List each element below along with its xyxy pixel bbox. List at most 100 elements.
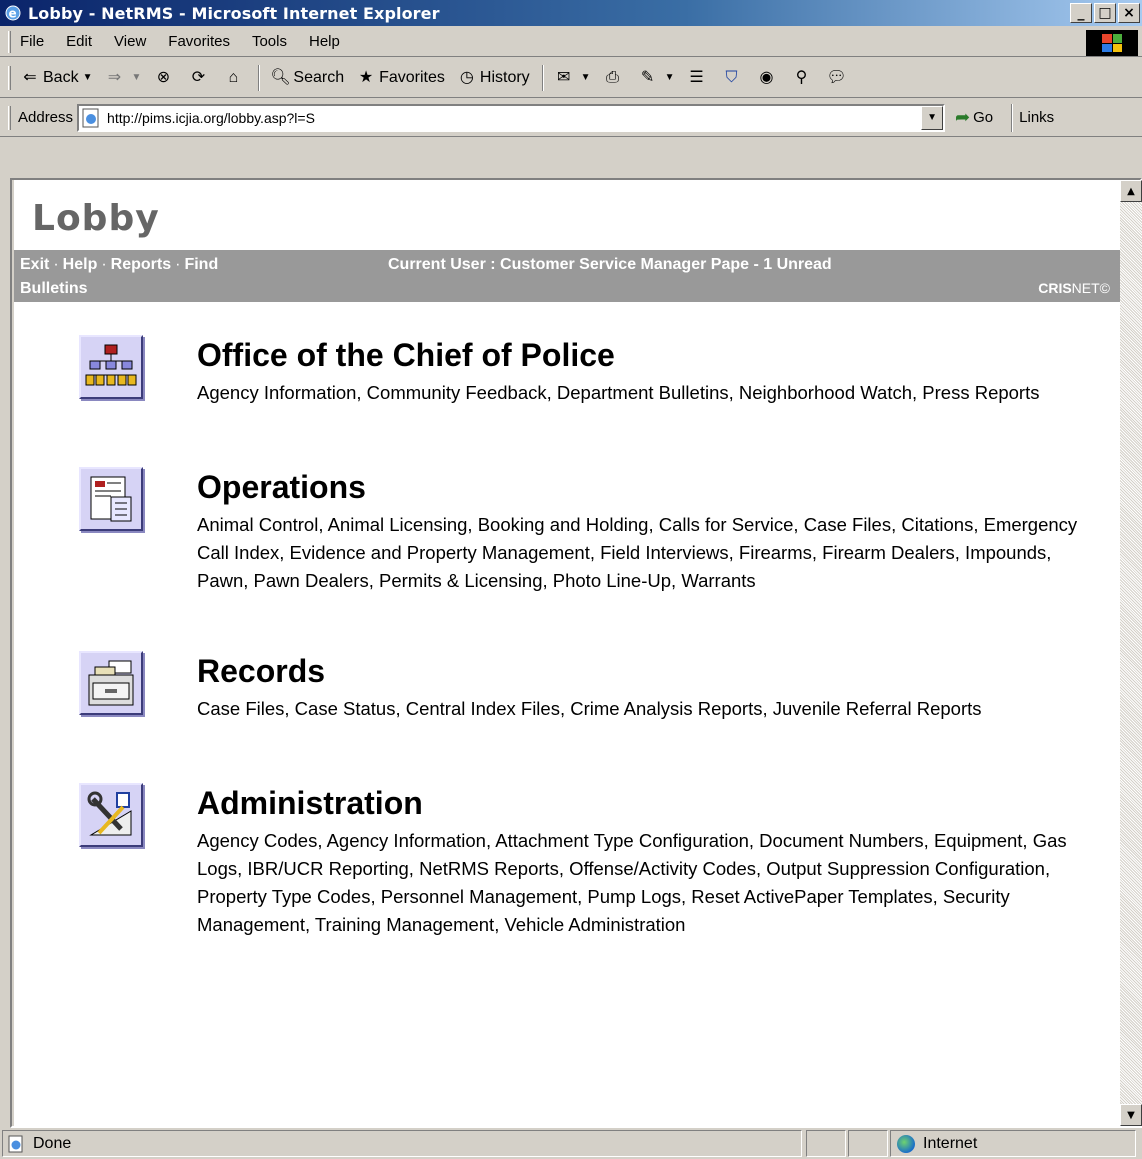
nav-separator: ·	[53, 256, 59, 273]
mail-button[interactable]: ✉ ▼	[554, 68, 591, 88]
tools-icon[interactable]	[79, 783, 143, 847]
current-user-text: Current User : Customer Service Manager …	[388, 256, 832, 273]
page-viewport: Lobby Exit · Help · Reports · Find Bulletins C…	[14, 180, 1120, 1126]
scroll-up-icon[interactable]: ▲	[1120, 180, 1142, 202]
ie-logo-icon: e	[5, 5, 21, 21]
page-icon	[82, 108, 99, 127]
search-icon: 🔍︎	[270, 68, 291, 86]
nav-find-link[interactable]: Find	[184, 256, 218, 273]
forward-dropdown-icon[interactable]: ▼	[131, 72, 141, 83]
page-title: Lobby	[32, 198, 160, 239]
links-button[interactable]: Links	[1019, 109, 1054, 126]
status-text: Done	[33, 1134, 72, 1152]
user-bar: Exit · Help · Reports · Find Bulletins Current…	[14, 250, 1120, 302]
back-arrow-icon: ⇐	[23, 68, 37, 86]
menu-view[interactable]: View	[114, 33, 146, 50]
stop-button[interactable]: ⊗	[153, 68, 176, 88]
section-items[interactable]: Agency Information, Community Feedback, …	[197, 379, 1101, 407]
go-arrow-icon: ➦	[955, 107, 971, 127]
org-chart-icon[interactable]	[79, 335, 143, 399]
address-grip[interactable]	[8, 106, 11, 130]
nav-help-link[interactable]: Help	[63, 256, 98, 273]
nav-reports-link[interactable]: Reports	[111, 256, 171, 273]
brand-bold: CRIS	[1038, 280, 1072, 296]
section-title[interactable]: Administration	[197, 785, 423, 822]
discuss-icon: ☰	[689, 68, 704, 86]
go-label: Go	[973, 109, 994, 126]
mail-icon: ✉	[556, 68, 571, 86]
address-url: http://pims.icjia.org/lobby.asp?l=S	[107, 109, 315, 126]
globe-icon: ◉	[759, 68, 774, 86]
vertical-scrollbar[interactable]: ▲ ▼	[1120, 180, 1142, 1126]
address-dropdown-icon[interactable]: ▼	[921, 105, 944, 130]
search-label: Search	[293, 68, 345, 86]
address-bar: Address http://pims.icjia.org/lobby.asp?…	[0, 99, 1142, 137]
close-button[interactable]: ×	[1118, 3, 1140, 23]
back-dropdown-icon[interactable]: ▼	[83, 72, 93, 83]
status-main: Done	[2, 1130, 802, 1157]
person-icon: ⚲	[795, 68, 808, 86]
file-drawer-icon[interactable]	[79, 651, 143, 715]
status-bar: Done Internet	[0, 1128, 1142, 1159]
related-button[interactable]: ◉	[756, 68, 779, 88]
home-icon: ⌂	[228, 68, 239, 86]
crisnet-brand: CRISNET©	[1038, 280, 1110, 296]
chat-button[interactable]: 💬︎	[826, 68, 849, 88]
contacts-button[interactable]: ⚲	[791, 68, 814, 88]
print-button[interactable]: ⎙	[603, 68, 626, 88]
section-items[interactable]: Animal Control, Animal Licensing, Bookin…	[197, 511, 1101, 595]
nav-separator: ·	[101, 256, 107, 273]
forward-button[interactable]: ⇒ ▼	[104, 68, 142, 88]
toolbar-separator	[541, 64, 544, 91]
history-icon: ◷	[459, 68, 474, 86]
section-title[interactable]: Office of the Chief of Police	[197, 337, 615, 374]
speech-bubble-icon: 💬︎	[826, 68, 847, 86]
home-button[interactable]: ⌂	[223, 68, 246, 88]
security-zone[interactable]: Internet	[890, 1130, 1136, 1157]
edit-button[interactable]: ✎ ▼	[638, 68, 675, 88]
edit-dropdown-icon[interactable]: ▼	[665, 72, 675, 83]
toolbar-grip[interactable]	[8, 66, 11, 90]
menu-favorites[interactable]: Favorites	[168, 33, 230, 50]
brand-rest: NET©	[1071, 280, 1110, 296]
messenger-button[interactable]: ⛉	[721, 68, 744, 88]
address-input[interactable]: http://pims.icjia.org/lobby.asp?l=S ▼	[77, 103, 946, 132]
nav-separator: ·	[175, 256, 181, 273]
back-label: Back	[43, 68, 79, 86]
section-items[interactable]: Case Files, Case Status, Central Index F…	[197, 695, 1101, 723]
window-title-bar[interactable]: e Lobby - NetRMS - Microsoft Internet Ex…	[0, 0, 1142, 26]
menu-help[interactable]: Help	[309, 33, 340, 50]
maximize-button[interactable]: □	[1094, 3, 1116, 23]
mail-dropdown-icon[interactable]: ▼	[581, 72, 591, 83]
form-list-icon[interactable]	[79, 467, 143, 531]
discuss-button[interactable]: ☰	[686, 68, 709, 88]
menu-tools[interactable]: Tools	[252, 33, 287, 50]
menu-bar: File Edit View Favorites Tools Help	[0, 27, 1142, 57]
window-title: Lobby - NetRMS - Microsoft Internet Expl…	[28, 3, 440, 23]
menu-edit[interactable]: Edit	[66, 33, 92, 50]
stop-icon: ⊗	[156, 68, 171, 86]
favorites-label: Favorites	[379, 68, 445, 86]
refresh-icon: ⟳	[191, 68, 206, 86]
standard-toolbar: ⇐ Back ▼ ⇒ ▼ ⊗ ⟳ ⌂ 🔍︎ Search ★ Favorites…	[0, 58, 1142, 98]
forward-arrow-icon: ⇒	[107, 68, 122, 86]
page-done-icon	[8, 1135, 23, 1152]
refresh-button[interactable]: ⟳	[188, 68, 211, 88]
section-title[interactable]: Operations	[197, 469, 366, 506]
favorites-button[interactable]: ★ Favorites	[356, 68, 445, 88]
nav-exit-link[interactable]: Exit	[20, 256, 49, 273]
scroll-down-icon[interactable]: ▼	[1120, 1104, 1142, 1126]
back-button[interactable]: ⇐ Back ▼	[20, 68, 92, 88]
edit-icon: ✎	[640, 68, 655, 86]
nav-bulletins-link[interactable]: Bulletins	[20, 280, 88, 298]
minimize-button[interactable]: _	[1070, 3, 1092, 23]
menu-file[interactable]: File	[20, 33, 44, 50]
menu-grip[interactable]	[8, 31, 11, 53]
history-button[interactable]: ◷ History	[457, 68, 530, 88]
section-items[interactable]: Agency Codes, Agency Information, Attach…	[197, 827, 1101, 939]
links-separator	[1011, 103, 1014, 132]
search-button[interactable]: 🔍︎ Search	[270, 68, 344, 88]
section-title[interactable]: Records	[197, 653, 325, 690]
go-button[interactable]: ➦ Go	[955, 107, 993, 128]
toolbar-separator	[258, 64, 261, 91]
